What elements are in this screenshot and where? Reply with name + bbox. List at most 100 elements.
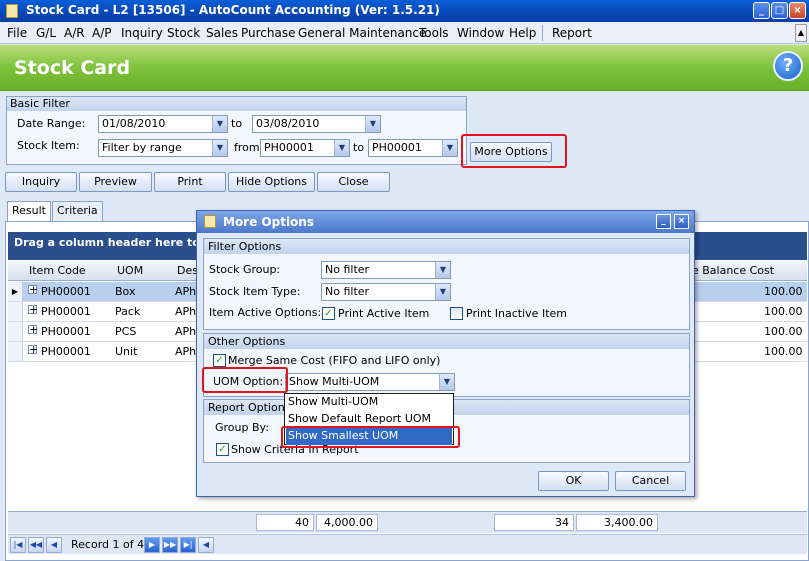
prev-record-icon[interactable]: ◀ <box>46 537 62 553</box>
date-to-field[interactable]: 03/08/2010 ▼ <box>252 115 381 133</box>
smallest-uom-highlight <box>281 426 460 448</box>
dropdown-option[interactable]: Show Multi-UOM <box>286 394 452 411</box>
cell-balance-cost: 100.00 <box>764 345 803 358</box>
show-criteria-checkbox[interactable]: ✓ <box>216 443 229 456</box>
chevron-down-icon[interactable]: ▼ <box>212 116 227 132</box>
cell-description: APh <box>175 305 197 318</box>
item-from-field[interactable]: PH00001 ▼ <box>260 139 350 157</box>
print-inactive-checkbox[interactable]: ✓ <box>450 307 463 320</box>
expand-icon[interactable]: + <box>28 304 38 315</box>
menu-inquiry[interactable]: Inquiry <box>121 26 163 40</box>
col-balance-cost[interactable]: ge Balance Cost <box>685 264 774 277</box>
stock-group-label: Stock Group: <box>209 263 281 276</box>
chevron-down-icon[interactable]: ▼ <box>435 262 450 278</box>
next-record-icon[interactable]: ▶ <box>144 537 160 553</box>
chevron-down-icon[interactable]: ▼ <box>435 284 450 300</box>
cell-description: APh <box>175 345 197 358</box>
cell-item-code: PH00001 <box>41 345 91 358</box>
print-inactive-label: Print Inactive Item <box>466 307 567 320</box>
maximize-button[interactable]: □ <box>771 2 788 19</box>
dialog-title: More Options <box>223 215 314 229</box>
grid-footer: 40 4,000.00 34 3,400.00 <box>8 511 807 533</box>
footer-total-qty-1: 40 <box>256 514 314 531</box>
dialog-close-icon[interactable]: × <box>674 214 689 229</box>
chevron-down-icon[interactable]: ▼ <box>334 140 349 156</box>
uom-option-select[interactable]: Show Multi-UOM ▼ <box>285 373 455 391</box>
expand-icon[interactable]: + <box>28 344 38 355</box>
from-label: from <box>234 141 260 154</box>
chevron-down-icon[interactable]: ▼ <box>439 374 454 390</box>
nav-scroll-icon[interactable]: ◀ <box>198 537 214 553</box>
item-to-value: PH00001 <box>372 141 422 154</box>
menu-purchase[interactable]: Purchase <box>241 26 296 40</box>
expand-icon[interactable]: + <box>28 284 38 295</box>
inquiry-button[interactable]: Inquiry <box>5 172 77 192</box>
menu-window[interactable]: Window <box>457 26 504 40</box>
menu-general-maintenance[interactable]: General Maintenance <box>298 26 426 40</box>
first-record-icon[interactable]: |◀ <box>10 537 26 553</box>
date-range-label: Date Range: <box>17 117 86 130</box>
menu-ar[interactable]: A/R <box>64 26 85 40</box>
close-window-button[interactable]: × <box>789 2 806 19</box>
cell-item-code: PH00001 <box>41 325 91 338</box>
footer-total-cost-2: 3,400.00 <box>576 514 658 531</box>
cancel-button[interactable]: Cancel <box>615 471 686 491</box>
menu-stock[interactable]: Stock <box>167 26 200 40</box>
col-description[interactable]: Des <box>177 264 198 277</box>
tab-criteria[interactable]: Criteria <box>52 201 103 221</box>
to-label: to <box>231 117 243 130</box>
print-active-checkbox[interactable]: ✓ <box>322 307 335 320</box>
chevron-down-icon[interactable]: ▼ <box>212 140 227 156</box>
last-record-icon[interactable]: ▶| <box>180 537 196 553</box>
expand-icon[interactable]: + <box>28 324 38 335</box>
stock-group-select[interactable]: No filter ▼ <box>321 261 451 279</box>
date-from-field[interactable]: 01/08/2010 ▼ <box>98 115 228 133</box>
app-icon <box>6 4 18 18</box>
basic-filter-title: Basic Filter <box>7 97 466 111</box>
item-active-label: Item Active Options: <box>209 306 322 319</box>
close-button[interactable]: Close <box>317 172 390 192</box>
prev-page-icon[interactable]: ◀◀ <box>28 537 44 553</box>
more-options-highlight <box>461 134 567 168</box>
dialog-titlebar: More Options _ × <box>197 211 694 233</box>
col-item-code[interactable]: Item Code <box>29 264 86 277</box>
stock-item-select[interactable]: Filter by range ▼ <box>98 139 228 157</box>
stock-item-type-select[interactable]: No filter ▼ <box>321 283 451 301</box>
menu-report[interactable]: Report <box>552 26 592 40</box>
chevron-down-icon[interactable]: ▼ <box>365 116 380 132</box>
chevron-down-icon[interactable]: ▼ <box>442 140 457 156</box>
ok-button[interactable]: OK <box>538 471 609 491</box>
merge-same-cost-checkbox[interactable]: ✓ <box>213 354 226 367</box>
menu-file[interactable]: File <box>7 26 27 40</box>
footer-total-qty-2: 34 <box>494 514 574 531</box>
menu-separator <box>542 25 543 41</box>
col-uom[interactable]: UOM <box>117 264 143 277</box>
next-page-icon[interactable]: ▶▶ <box>162 537 178 553</box>
minimize-button[interactable]: _ <box>753 2 770 19</box>
stock-item-type-label: Stock Item Type: <box>209 285 301 298</box>
window-title: Stock Card - L2 [13506] - AutoCount Acco… <box>26 3 440 17</box>
hide-options-button[interactable]: Hide Options <box>228 172 315 192</box>
print-button[interactable]: Print <box>154 172 226 192</box>
help-icon[interactable]: ? <box>773 51 803 81</box>
tab-result[interactable]: Result <box>7 201 51 221</box>
menu-help[interactable]: Help <box>509 26 536 40</box>
to-label-2: to <box>353 141 365 154</box>
menu-ap[interactable]: A/P <box>92 26 112 40</box>
dialog-minimize-icon[interactable]: _ <box>656 214 671 229</box>
stock-item-type-value: No filter <box>325 285 370 298</box>
cell-item-code: PH00001 <box>41 305 91 318</box>
record-counter: Record 1 of 4 <box>71 538 145 551</box>
cell-description: APh <box>175 285 197 298</box>
page-title: Stock Card <box>14 57 131 79</box>
menu-scroll-icon[interactable]: ▲ <box>795 24 807 42</box>
row-indicator-icon <box>8 302 23 321</box>
row-indicator-icon: ▶ <box>8 282 23 301</box>
menu-sales[interactable]: Sales <box>206 26 238 40</box>
stock-group-value: No filter <box>325 263 370 276</box>
item-to-field[interactable]: PH00001 ▼ <box>368 139 458 157</box>
menu-tools[interactable]: Tools <box>419 26 449 40</box>
preview-button[interactable]: Preview <box>79 172 152 192</box>
menu-gl[interactable]: G/L <box>36 26 56 40</box>
window-titlebar: Stock Card - L2 [13506] - AutoCount Acco… <box>0 0 809 22</box>
